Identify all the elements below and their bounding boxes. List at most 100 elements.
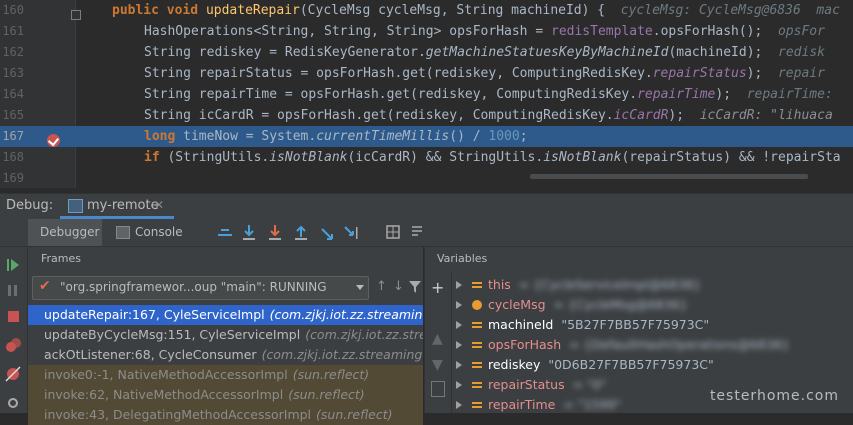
variable-row[interactable]: cycleMsg = {CycleMsg@6836} xyxy=(452,295,852,315)
debugger-toolbar: Debugger Console xyxy=(0,219,853,247)
frames-panel: Frames ✔ "org.springframewor...oup "main… xyxy=(28,247,423,425)
code-line[interactable]: 168 if (StringUtils.isNotBlank(icCardR) &… xyxy=(0,147,853,168)
evaluate-expression-icon[interactable] xyxy=(386,225,400,239)
stop-icon[interactable] xyxy=(8,311,19,322)
arrow-down-icon[interactable]: ↓ xyxy=(393,279,404,294)
debug-side-toolbar xyxy=(0,219,28,413)
frame-method: invoke0:-1, NativeMethodAccessorImpl xyxy=(44,367,288,382)
thread-selector[interactable]: ✔ "org.springframewor...oup "main": RUNN… xyxy=(32,276,369,300)
code-token: ); xyxy=(746,66,778,81)
code-token: HashOperations<String, String, String> o… xyxy=(144,24,551,39)
trace-icon[interactable] xyxy=(412,226,422,236)
code-token: .opsForHash(); xyxy=(652,24,778,39)
code-line[interactable]: 163 String repairStatus = opsForHash.get(… xyxy=(0,63,853,84)
variable-row[interactable]: rediskey "0D6B27F7BB57F75973C" xyxy=(452,355,852,375)
move-down-icon[interactable]: ▼ xyxy=(432,357,443,373)
code-line[interactable]: 161 HashOperations<String, String, String… xyxy=(0,21,853,42)
resume-icon[interactable] xyxy=(7,259,19,271)
line-number: 168 xyxy=(2,150,24,164)
code-token: cycleMsg: CycleMsg@6836 mac xyxy=(620,3,840,18)
variable-name: this xyxy=(488,277,511,292)
arrow-up-icon[interactable]: ↑ xyxy=(376,279,387,294)
add-watch-icon[interactable]: + xyxy=(431,278,444,297)
code-token: (StringUtils. xyxy=(167,150,270,165)
variable-row[interactable]: this = {CycleServiceImpl@6838} xyxy=(452,275,852,295)
code-token: (CycleMsg cycleMsg, String machineId) { xyxy=(299,3,621,18)
field-icon xyxy=(472,402,482,408)
view-breakpoints-icon[interactable] xyxy=(6,338,21,352)
code-line[interactable]: 162 String rediskey = RedisKeyGenerator.g… xyxy=(0,42,853,63)
expand-arrow-icon[interactable] xyxy=(456,301,462,309)
code-token: repairTime xyxy=(637,87,716,102)
settings-icon[interactable] xyxy=(8,398,18,408)
frame-package: (com.zjkj.iot.zz.streaming.co xyxy=(261,347,423,362)
watermark: testerhome.com xyxy=(709,388,839,404)
code-token: icCardR xyxy=(613,108,669,123)
run-to-cursor-icon[interactable] xyxy=(344,226,358,239)
expand-arrow-icon[interactable] xyxy=(456,401,462,409)
code-token: long xyxy=(144,129,184,144)
variable-name: machineId xyxy=(488,317,554,332)
code-token: redisTemplate xyxy=(551,24,653,39)
code-token: repairStatus xyxy=(652,66,747,81)
code-token: ); xyxy=(715,87,747,102)
mute-breakpoints-icon[interactable] xyxy=(5,366,21,382)
code-token: = RedisKeyGenerator. xyxy=(261,45,426,60)
code-text: String repairTime = opsForHash.get(redis… xyxy=(144,84,833,105)
frame-row[interactable]: invoke:43, DelegatingMethodAccessorImpl (… xyxy=(28,405,423,425)
variable-name: repairStatus xyxy=(488,377,565,392)
drop-frame-icon[interactable] xyxy=(321,228,333,240)
frame-row[interactable]: invoke:62, NativeMethodAccessorImpl (sun.… xyxy=(28,385,423,405)
code-token: String xyxy=(144,45,199,60)
expand-arrow-icon[interactable] xyxy=(456,321,462,329)
expand-arrow-icon[interactable] xyxy=(456,381,462,389)
console-icon xyxy=(116,226,130,239)
step-over-icon[interactable] xyxy=(243,225,255,240)
frame-package: (com.zjkj.iot.zz.streaming.service.impl) xyxy=(269,307,423,322)
show-execution-point-icon[interactable] xyxy=(218,229,232,236)
expand-arrow-icon[interactable] xyxy=(456,341,462,349)
tab-debugger[interactable]: Debugger xyxy=(28,219,102,246)
code-token: isNotBlank xyxy=(543,150,622,165)
horizontal-scrollbar[interactable] xyxy=(530,174,808,179)
line-number: 164 xyxy=(2,87,24,101)
variable-row[interactable]: machineId "5B27F7BB57F75973C" xyxy=(452,315,852,335)
frame-package: (sun.reflect) xyxy=(288,387,365,402)
code-text: public void updateRepair(CycleMsg cycleM… xyxy=(112,0,840,21)
step-out-icon[interactable] xyxy=(295,225,307,240)
step-into-icon[interactable] xyxy=(269,225,281,240)
frame-row[interactable]: updateByCycleMsg:151, CyleServiceImpl (co… xyxy=(28,325,423,345)
frame-row[interactable]: invoke0:-1, NativeMethodAccessorImpl (sun… xyxy=(28,365,423,385)
code-token: (repairStatus) && !repairSta xyxy=(621,150,841,165)
code-line[interactable]: 167 long timeNow = System.currentTimeMill… xyxy=(0,126,853,147)
debug-title-bar: Debug: my-remote ✕ xyxy=(0,193,853,219)
pause-icon[interactable] xyxy=(8,285,17,296)
line-number: 162 xyxy=(2,45,24,59)
field-icon xyxy=(472,322,482,328)
code-line[interactable]: 165 String icCardR = opsForHash.get(redis… xyxy=(0,105,853,126)
tab-console[interactable]: Console xyxy=(108,219,184,246)
code-token: () / xyxy=(449,129,489,144)
breakpoint-icon[interactable] xyxy=(47,134,60,147)
expand-arrow-icon[interactable] xyxy=(456,281,462,289)
frame-method: ackOtListener:68, CycleConsumer xyxy=(44,347,257,362)
code-token: String repairTime = opsForHash.get(redis… xyxy=(144,87,638,102)
expand-arrow-icon[interactable] xyxy=(456,361,462,369)
code-editor[interactable]: 160 public void updateRepair(CycleMsg cyc… xyxy=(0,0,853,188)
tab-my-remote[interactable]: my-remote xyxy=(87,198,159,213)
code-token: (icCardR) && StringUtils. xyxy=(347,150,544,165)
variable-row[interactable]: opsForHash = {DefaultHashOperations@6838} xyxy=(452,335,852,355)
extra-icons xyxy=(386,225,422,239)
stepping-icons xyxy=(218,225,358,240)
code-line[interactable]: 160 public void updateRepair(CycleMsg cyc… xyxy=(0,0,853,21)
close-icon[interactable]: ✕ xyxy=(154,198,164,212)
copy-icon[interactable] xyxy=(431,381,445,397)
frame-package: (sun.reflect) xyxy=(292,367,370,382)
code-line[interactable]: 164 String repairTime = opsForHash.get(re… xyxy=(0,84,853,105)
variables-side-toolbar: + ▲ ▼ xyxy=(425,273,452,413)
frame-row[interactable]: ackOtListener:68, CycleConsumer (com.zjkj… xyxy=(28,345,423,365)
move-up-icon[interactable]: ▲ xyxy=(432,331,443,347)
filter-icon[interactable] xyxy=(409,281,421,293)
code-token: (machineId); xyxy=(668,45,779,60)
frame-row[interactable]: updateRepair:167, CyleServiceImpl (com.zj… xyxy=(28,305,423,325)
